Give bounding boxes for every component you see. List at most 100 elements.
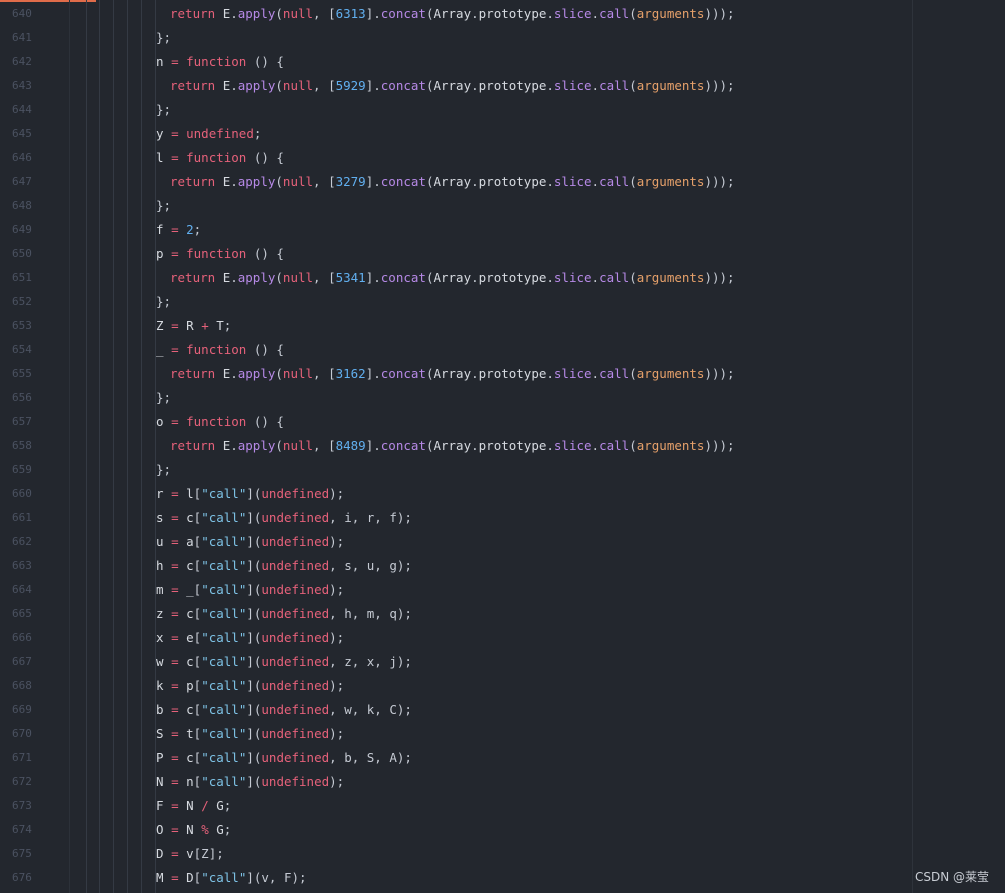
code-line[interactable]: 657 o = function () { [0, 410, 1005, 434]
code-token: concat [380, 6, 426, 21]
code-text[interactable]: P = c["call"](undefined, b, S, A); [156, 746, 412, 770]
code-text[interactable]: return E.apply(null, [3279].concat(Array… [170, 170, 735, 194]
code-token: D [156, 846, 172, 861]
code-token: undefined [261, 774, 330, 789]
code-line[interactable]: 673 F = N / G; [0, 794, 1005, 818]
code-line[interactable]: 662 u = a["call"](undefined); [0, 530, 1005, 554]
code-line[interactable]: 652}; [0, 290, 1005, 314]
code-text[interactable]: }; [156, 290, 171, 314]
code-text[interactable]: }; [156, 458, 171, 482]
code-line[interactable]: 672 N = n["call"](undefined); [0, 770, 1005, 794]
code-line[interactable]: 666 x = e["call"](undefined); [0, 626, 1005, 650]
code-token: = [171, 702, 187, 717]
code-token: / [201, 798, 217, 813]
code-text[interactable]: x = e["call"](undefined); [156, 626, 344, 650]
line-number: 657 [12, 415, 32, 428]
code-text[interactable]: S = t["call"](undefined); [156, 722, 344, 746]
code-token: ; [223, 798, 232, 813]
code-line[interactable]: 660 r = l["call"](undefined); [0, 482, 1005, 506]
line-number: 642 [12, 55, 32, 68]
code-text[interactable]: return E.apply(null, [8489].concat(Array… [170, 434, 735, 458]
code-line[interactable]: 675 D = v[Z]; [0, 842, 1005, 866]
code-line[interactable]: 670 S = t["call"](undefined); [0, 722, 1005, 746]
code-token: , h, m, q); [329, 606, 412, 621]
code-line[interactable]: 646 l = function () { [0, 146, 1005, 170]
code-text[interactable]: }; [156, 386, 171, 410]
code-text[interactable]: }; [156, 26, 171, 50]
code-line[interactable]: 661 s = c["call"](undefined, i, r, f); [0, 506, 1005, 530]
code-text[interactable]: f = 2; [156, 218, 201, 242]
code-text[interactable]: p = function () { [156, 242, 284, 266]
code-line[interactable]: 643 return E.apply(null, [5929].concat(Ar… [0, 74, 1005, 98]
code-line[interactable]: 669 b = c["call"](undefined, w, k, C); [0, 698, 1005, 722]
code-text[interactable]: r = l["call"](undefined); [156, 482, 344, 506]
code-text[interactable]: }; [156, 194, 171, 218]
code-text[interactable]: k = p["call"](undefined); [156, 674, 344, 698]
code-token: Array [433, 270, 472, 285]
code-token: arguments [636, 366, 705, 381]
code-line[interactable]: 655 return E.apply(null, [3162].concat(Ar… [0, 362, 1005, 386]
code-text[interactable]: o = function () { [156, 410, 284, 434]
code-line[interactable]: 645 y = undefined; [0, 122, 1005, 146]
code-line[interactable]: 665 z = c["call"](undefined, h, m, q); [0, 602, 1005, 626]
code-line[interactable]: 642 n = function () { [0, 50, 1005, 74]
code-token: ]( [246, 582, 262, 597]
code-text[interactable]: n = function () { [156, 50, 284, 74]
code-text[interactable]: return E.apply(null, [5929].concat(Array… [170, 74, 735, 98]
code-text[interactable]: z = c["call"](undefined, h, m, q); [156, 602, 412, 626]
code-token: prototype [478, 270, 547, 285]
code-line[interactable]: 648}; [0, 194, 1005, 218]
line-number: 641 [12, 31, 32, 44]
line-number: 643 [12, 79, 32, 92]
code-text[interactable]: w = c["call"](undefined, z, x, j); [156, 650, 412, 674]
code-token: ; [223, 822, 232, 837]
code-line[interactable]: 640 return E.apply(null, [6313].concat(Ar… [0, 2, 1005, 26]
code-line[interactable]: 647 return E.apply(null, [3279].concat(Ar… [0, 170, 1005, 194]
code-line[interactable]: 649 f = 2; [0, 218, 1005, 242]
code-text[interactable]: O = N % G; [156, 818, 231, 842]
code-line[interactable]: 651 return E.apply(null, [5341].concat(Ar… [0, 266, 1005, 290]
code-text[interactable]: m = _["call"](undefined); [156, 578, 344, 602]
code-line[interactable]: 674 O = N % G; [0, 818, 1005, 842]
code-text[interactable]: y = undefined; [156, 122, 261, 146]
code-line[interactable]: 650 p = function () { [0, 242, 1005, 266]
code-text[interactable]: s = c["call"](undefined, i, r, f); [156, 506, 412, 530]
code-line[interactable]: 668 k = p["call"](undefined); [0, 674, 1005, 698]
code-line[interactable]: 663 h = c["call"](undefined, s, u, g); [0, 554, 1005, 578]
line-number: 668 [12, 679, 32, 692]
code-line[interactable]: 671 P = c["call"](undefined, b, S, A); [0, 746, 1005, 770]
code-text[interactable]: M = D["call"](v, F); [156, 866, 307, 890]
code-token: apply [237, 270, 276, 285]
code-text[interactable]: N = n["call"](undefined); [156, 770, 344, 794]
code-text[interactable]: u = a["call"](undefined); [156, 530, 344, 554]
code-text[interactable]: return E.apply(null, [3162].concat(Array… [170, 362, 735, 386]
code-lines[interactable]: 640 return E.apply(null, [6313].concat(Ar… [0, 2, 1005, 890]
code-line[interactable]: 667 w = c["call"](undefined, z, x, j); [0, 650, 1005, 674]
code-line[interactable]: 641}; [0, 26, 1005, 50]
code-text[interactable]: b = c["call"](undefined, w, k, C); [156, 698, 412, 722]
code-token: ]( [246, 702, 262, 717]
code-token: , z, x, j); [329, 654, 412, 669]
code-line[interactable]: 676 M = D["call"](v, F); [0, 866, 1005, 890]
code-line[interactable]: 644}; [0, 98, 1005, 122]
code-line[interactable]: 664 m = _["call"](undefined); [0, 578, 1005, 602]
code-text[interactable]: _ = function () { [156, 338, 284, 362]
code-token: "call" [201, 510, 247, 525]
code-token: call [599, 438, 630, 453]
code-token: 5341 [335, 270, 366, 285]
code-line[interactable]: 653 Z = R + T; [0, 314, 1005, 338]
code-line[interactable]: 658 return E.apply(null, [8489].concat(Ar… [0, 434, 1005, 458]
code-line[interactable]: 659}; [0, 458, 1005, 482]
code-token: apply [237, 78, 276, 93]
code-line[interactable]: 654 _ = function () { [0, 338, 1005, 362]
code-text[interactable]: return E.apply(null, [6313].concat(Array… [170, 2, 735, 26]
code-text[interactable]: l = function () { [156, 146, 284, 170]
code-text[interactable]: }; [156, 98, 171, 122]
code-text[interactable]: D = v[Z]; [156, 842, 224, 866]
code-text[interactable]: return E.apply(null, [5341].concat(Array… [170, 266, 735, 290]
code-text[interactable]: Z = R + T; [156, 314, 231, 338]
code-text[interactable]: h = c["call"](undefined, s, u, g); [156, 554, 412, 578]
code-line[interactable]: 656}; [0, 386, 1005, 410]
code-editor[interactable]: 640 return E.apply(null, [6313].concat(Ar… [0, 0, 1005, 893]
code-text[interactable]: F = N / G; [156, 794, 231, 818]
